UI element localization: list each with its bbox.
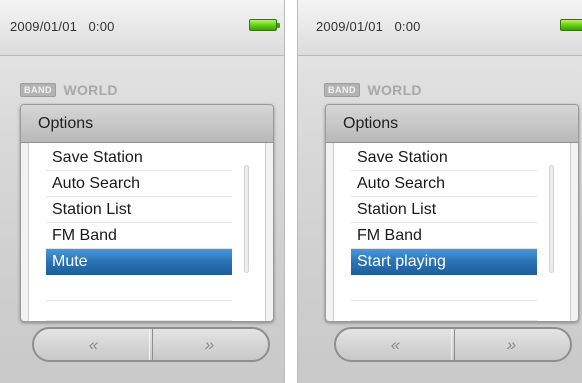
menu-item-auto-search[interactable]: Auto Search xyxy=(351,171,537,197)
menu-item-empty xyxy=(46,301,232,321)
menu-item-fm-band[interactable]: FM Band xyxy=(46,223,232,249)
status-datetime: 2009/01/01 0:00 xyxy=(10,19,115,34)
status-bar: 2009/01/01 0:00 xyxy=(0,0,284,56)
menu-item-empty xyxy=(46,275,232,301)
options-menu: Save Station Auto Search Station List FM… xyxy=(351,145,537,321)
next-button[interactable]: » xyxy=(149,329,268,360)
rewind-icon: « xyxy=(390,334,401,354)
menu-item-save-station[interactable]: Save Station xyxy=(46,145,232,171)
nav-button-bar: « » xyxy=(32,327,270,362)
dialog-title: Options xyxy=(326,105,578,143)
battery-full-icon xyxy=(560,19,582,31)
options-menu-body: Save Station Auto Search Station List FM… xyxy=(28,143,266,321)
options-dialog: Options Save Station Auto Search Station… xyxy=(325,104,579,322)
menu-item-empty xyxy=(351,275,537,301)
menu-item-fm-band[interactable]: FM Band xyxy=(351,223,537,249)
menu-item-mute[interactable]: Mute xyxy=(46,249,232,275)
previous-button[interactable]: « xyxy=(34,329,153,360)
options-dialog: Options Save Station Auto Search Station… xyxy=(20,104,274,322)
fast-forward-icon: » xyxy=(506,334,517,354)
next-button[interactable]: » xyxy=(451,329,570,360)
band-badge: BAND xyxy=(20,82,56,97)
menu-item-empty xyxy=(351,301,537,321)
band-badge: BAND xyxy=(324,82,360,97)
options-menu-body: Save Station Auto Search Station List FM… xyxy=(333,143,571,321)
menu-item-station-list[interactable]: Station List xyxy=(351,197,537,223)
status-bar: 2009/01/01 0:00 xyxy=(298,0,582,56)
menu-item-station-list[interactable]: Station List xyxy=(46,197,232,223)
band-name: WORLD xyxy=(63,81,118,98)
menu-item-start-playing[interactable]: Start playing xyxy=(351,249,537,275)
fast-forward-icon: » xyxy=(204,334,215,354)
menu-item-save-station[interactable]: Save Station xyxy=(351,145,537,171)
battery-full-icon xyxy=(249,19,280,31)
band-indicator: BAND WORLD xyxy=(324,81,422,99)
menu-scrollbar[interactable] xyxy=(244,165,249,273)
band-indicator: BAND WORLD xyxy=(20,81,118,99)
nav-button-bar: « » xyxy=(334,327,572,362)
dialog-title: Options xyxy=(21,105,273,143)
menu-item-auto-search[interactable]: Auto Search xyxy=(46,171,232,197)
band-name: WORLD xyxy=(367,81,422,98)
rewind-icon: « xyxy=(88,334,99,354)
device-screen-2: 2009/01/01 0:00 BAND WORLD Options Save … xyxy=(297,0,582,383)
status-datetime: 2009/01/01 0:00 xyxy=(316,19,421,34)
menu-scrollbar[interactable] xyxy=(549,165,554,273)
device-screen-1: 2009/01/01 0:00 BAND WORLD Options Save … xyxy=(0,0,285,383)
options-menu: Save Station Auto Search Station List FM… xyxy=(46,145,232,321)
previous-button[interactable]: « xyxy=(336,329,455,360)
